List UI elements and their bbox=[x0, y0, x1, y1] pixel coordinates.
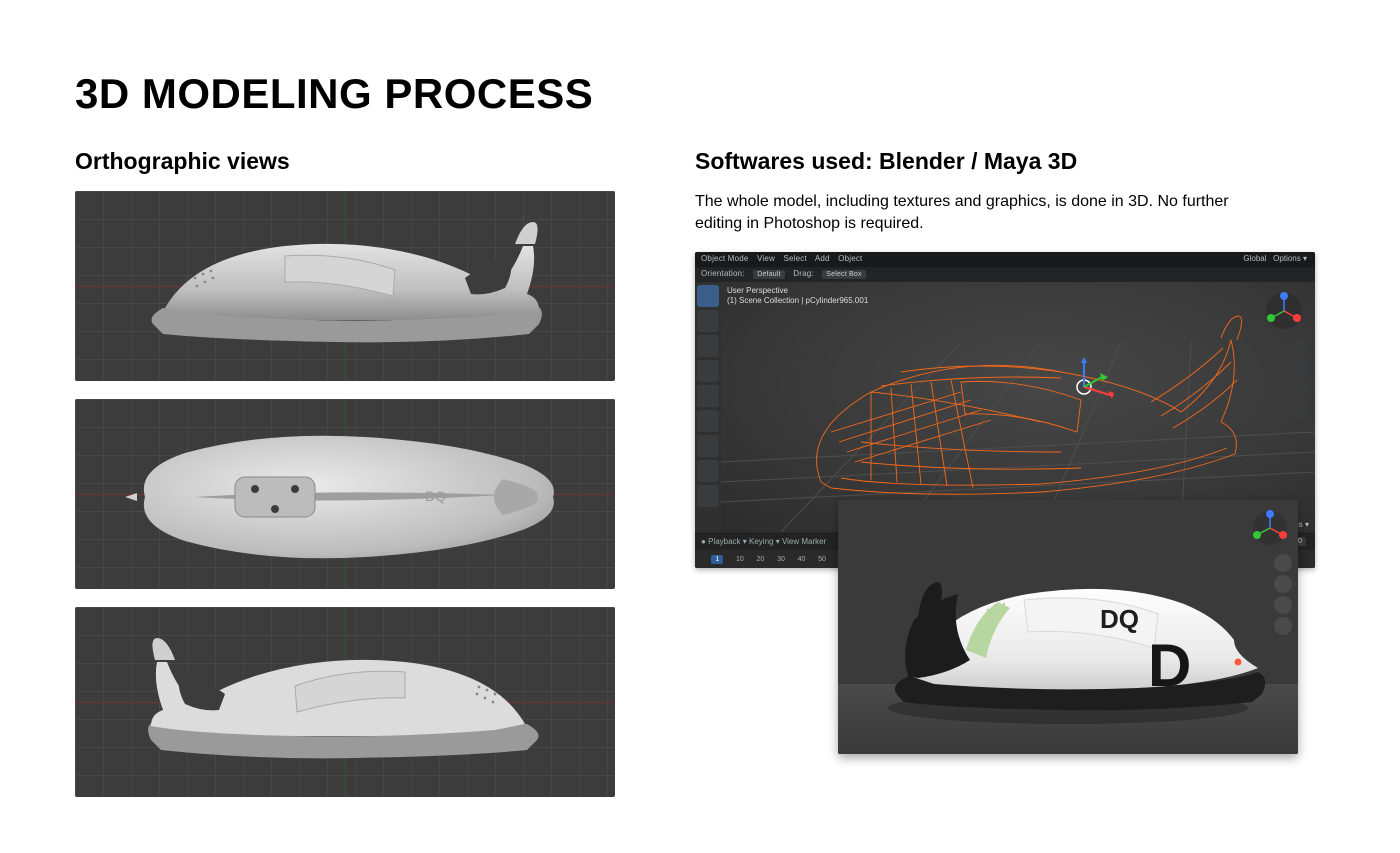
tool-select-box-icon[interactable] bbox=[697, 285, 719, 307]
blender-left-toolbar[interactable] bbox=[695, 282, 721, 532]
page-title: 3D MODELING PROCESS bbox=[75, 70, 1325, 118]
blender-options[interactable]: Global Options ▾ bbox=[1243, 254, 1307, 263]
tool-scale-icon[interactable] bbox=[697, 385, 719, 407]
nav-gizmo-icon[interactable] bbox=[1263, 290, 1305, 332]
pan-icon[interactable] bbox=[1291, 359, 1309, 377]
wireframe-shoe bbox=[721, 282, 1315, 532]
timeline-menu[interactable]: ● Playback ▾ Keying ▾ View Marker bbox=[701, 537, 826, 546]
transform-gizmo-icon[interactable] bbox=[1054, 357, 1114, 417]
camera-icon[interactable] bbox=[1274, 596, 1292, 614]
tool-rotate-icon[interactable] bbox=[697, 360, 719, 382]
shoe-bottom-svg: DQ bbox=[125, 419, 565, 569]
brand-glyph-strap: DQ bbox=[1100, 604, 1139, 634]
ortho-view-side-left bbox=[75, 191, 615, 381]
tool-addcube-icon[interactable] bbox=[697, 485, 719, 507]
shoe-side-right-svg bbox=[135, 632, 555, 772]
render-sidetools[interactable] bbox=[1274, 554, 1292, 635]
perspective-icon[interactable] bbox=[1291, 401, 1309, 419]
ortho-view-side-right bbox=[75, 607, 615, 797]
software-description: The whole model, including textures and … bbox=[695, 191, 1255, 234]
tool-cursor-icon[interactable] bbox=[697, 310, 719, 332]
nav-gizmo-icon[interactable] bbox=[1250, 508, 1290, 548]
blender-header-row2: Orientation: Default Drag: Select Box bbox=[695, 268, 1315, 282]
tool-annotate-icon[interactable] bbox=[697, 435, 719, 457]
brand-glyph-sole: D bbox=[1148, 632, 1191, 699]
shoe-side-left-svg bbox=[135, 216, 555, 356]
zoom-icon[interactable] bbox=[1291, 338, 1309, 356]
blender-header: Object Mode View Select Add Object Globa… bbox=[695, 252, 1315, 268]
tool-measure-icon[interactable] bbox=[697, 460, 719, 482]
playhead[interactable]: 1 bbox=[711, 555, 723, 564]
blender-viewport[interactable]: User Perspective (1) Scene Collection | … bbox=[721, 282, 1315, 532]
tool-transform-icon[interactable] bbox=[697, 410, 719, 432]
render-viewport: DQ D bbox=[838, 500, 1298, 754]
subheading-software: Softwares used: Blender / Maya 3D bbox=[695, 148, 1315, 175]
zoom-icon[interactable] bbox=[1274, 554, 1292, 572]
tool-move-icon[interactable] bbox=[697, 335, 719, 357]
viewport-sidetools[interactable] bbox=[1291, 338, 1309, 419]
subheading-orthographic: Orthographic views bbox=[75, 148, 625, 175]
camera-icon[interactable] bbox=[1291, 380, 1309, 398]
perspective-icon[interactable] bbox=[1274, 617, 1292, 635]
rendered-shoe: DQ D bbox=[838, 500, 1298, 754]
blender-orientation-row[interactable]: Orientation: Default Drag: Select Box bbox=[701, 269, 872, 279]
pan-icon[interactable] bbox=[1274, 575, 1292, 593]
ortho-view-bottom: DQ bbox=[75, 399, 615, 589]
svg-text:DQ: DQ bbox=[425, 488, 446, 504]
blender-menu[interactable]: Object Mode View Select Add Object bbox=[701, 254, 868, 263]
